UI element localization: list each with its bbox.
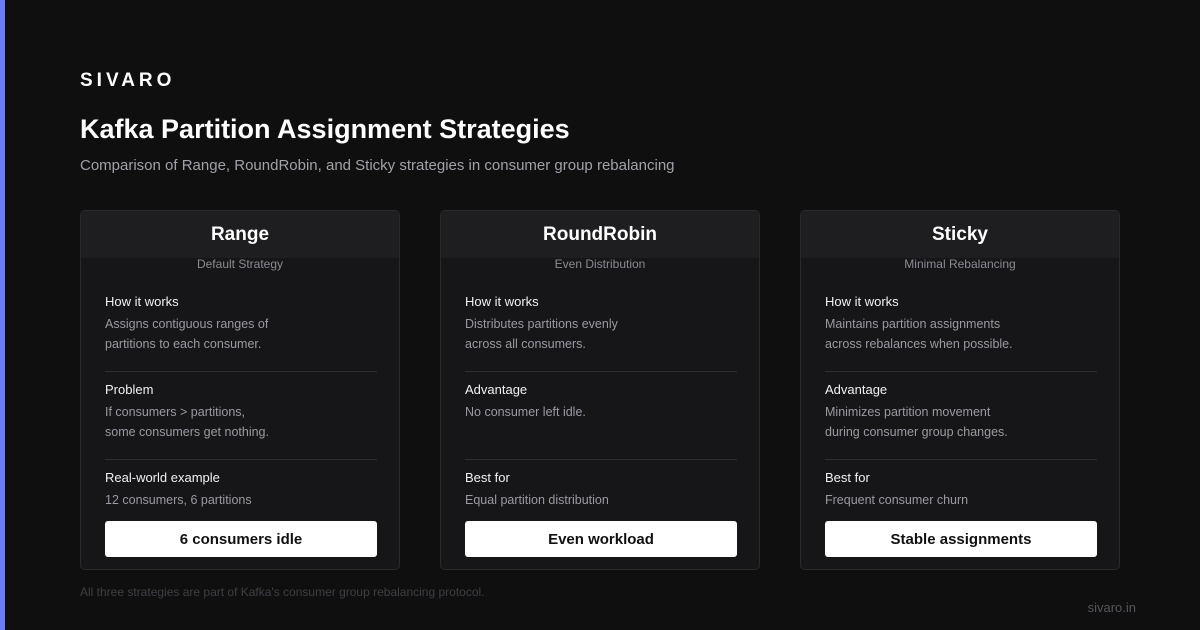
section-problem: Problem If consumers > partitions, some … [105,381,377,442]
section-text-line: Assigns contiguous ranges of [105,317,269,331]
section-example: Real-world example 12 consumers, 6 parti… [105,469,377,510]
card-title: RoundRobin [543,223,657,245]
section-text: If consumers > partitions, some consumer… [105,402,377,442]
section-text: Distributes partitions evenly across all… [465,314,737,354]
strategy-cards: Range Default Strategy How it works Assi… [80,210,1120,570]
section-text-line: Maintains partition assignments [825,317,1001,331]
section-label: Advantage [465,382,528,397]
card-title: Sticky [932,223,988,245]
section-text: Frequent consumer churn [825,493,969,507]
divider [825,459,1097,460]
section-advantage: Advantage Minimizes partition movement d… [825,381,1097,442]
card-tag: Even Distribution [554,257,646,271]
section-advantage: Advantage No consumer left idle. [465,381,737,422]
divider [105,371,377,372]
section-how-it-works: How it works Maintains partition assignm… [825,293,1097,354]
page-subtitle: Comparison of Range, RoundRobin, and Sti… [80,157,675,174]
result-badge: Even workload [465,521,737,557]
section-label: Advantage [825,382,888,397]
section-best-for: Best for Equal partition distribution [465,469,737,510]
section-best-for: Best for Frequent consumer churn [825,469,1097,510]
page-title: Kafka Partition Assignment Strategies [80,114,570,144]
result-badge: Stable assignments [825,521,1097,557]
section-how-it-works: How it works Assigns contiguous ranges o… [105,293,377,354]
section-text-line: If consumers > partitions, [105,405,245,419]
section-text-line: Minimizes partition movement [825,405,991,419]
card-title: Range [210,223,270,245]
section-text: No consumer left idle. [465,402,737,422]
section-label: How it works [465,294,539,309]
section-text-line: across rebalances when possible. [825,337,1013,351]
divider [465,371,737,372]
section-label: How it works [825,294,899,309]
section-label: Real-world example [105,470,220,485]
divider [465,459,737,460]
section-text-line: some consumers get nothing. [105,425,269,439]
result-badge: 6 consumers idle [105,521,377,557]
accent-bar [0,0,5,630]
section-text: 12 consumers, 6 partitions [105,493,252,507]
section-text: Assigns contiguous ranges of partitions … [105,314,377,354]
section-label: Problem [105,382,154,397]
section-text-line: partitions to each consumer. [105,337,262,351]
section-text-line: across all consumers. [465,337,586,351]
card-header: Sticky [801,211,1119,258]
brand-logo: SIVARO [80,70,176,91]
strategy-card-sticky: Sticky Minimal Rebalancing How it works … [800,210,1120,570]
section-text-line: during consumer group changes. [825,425,1008,439]
footnote: All three strategies are part of Kafka's… [80,585,485,599]
strategy-card-range: Range Default Strategy How it works Assi… [80,210,400,570]
site-url: sivaro.in [1087,600,1136,615]
section-label: Best for [465,470,510,485]
section-text: Equal partition distribution [465,493,609,507]
divider [105,459,377,460]
strategy-card-roundrobin: RoundRobin Even Distribution How it work… [440,210,760,570]
card-header: RoundRobin [441,211,759,258]
section-text-line: Distributes partitions evenly [465,317,618,331]
divider [825,371,1097,372]
section-text: Minimizes partition movement during cons… [825,402,1097,442]
section-how-it-works: How it works Distributes partitions even… [465,293,737,354]
section-text: Maintains partition assignments across r… [825,314,1097,354]
section-text-line: No consumer left idle. [465,405,586,419]
card-header: Range [81,211,399,258]
card-tag: Minimal Rebalancing [904,257,1016,271]
card-tag: Default Strategy [196,257,284,271]
section-label: Best for [825,470,870,485]
section-label: How it works [105,294,179,309]
